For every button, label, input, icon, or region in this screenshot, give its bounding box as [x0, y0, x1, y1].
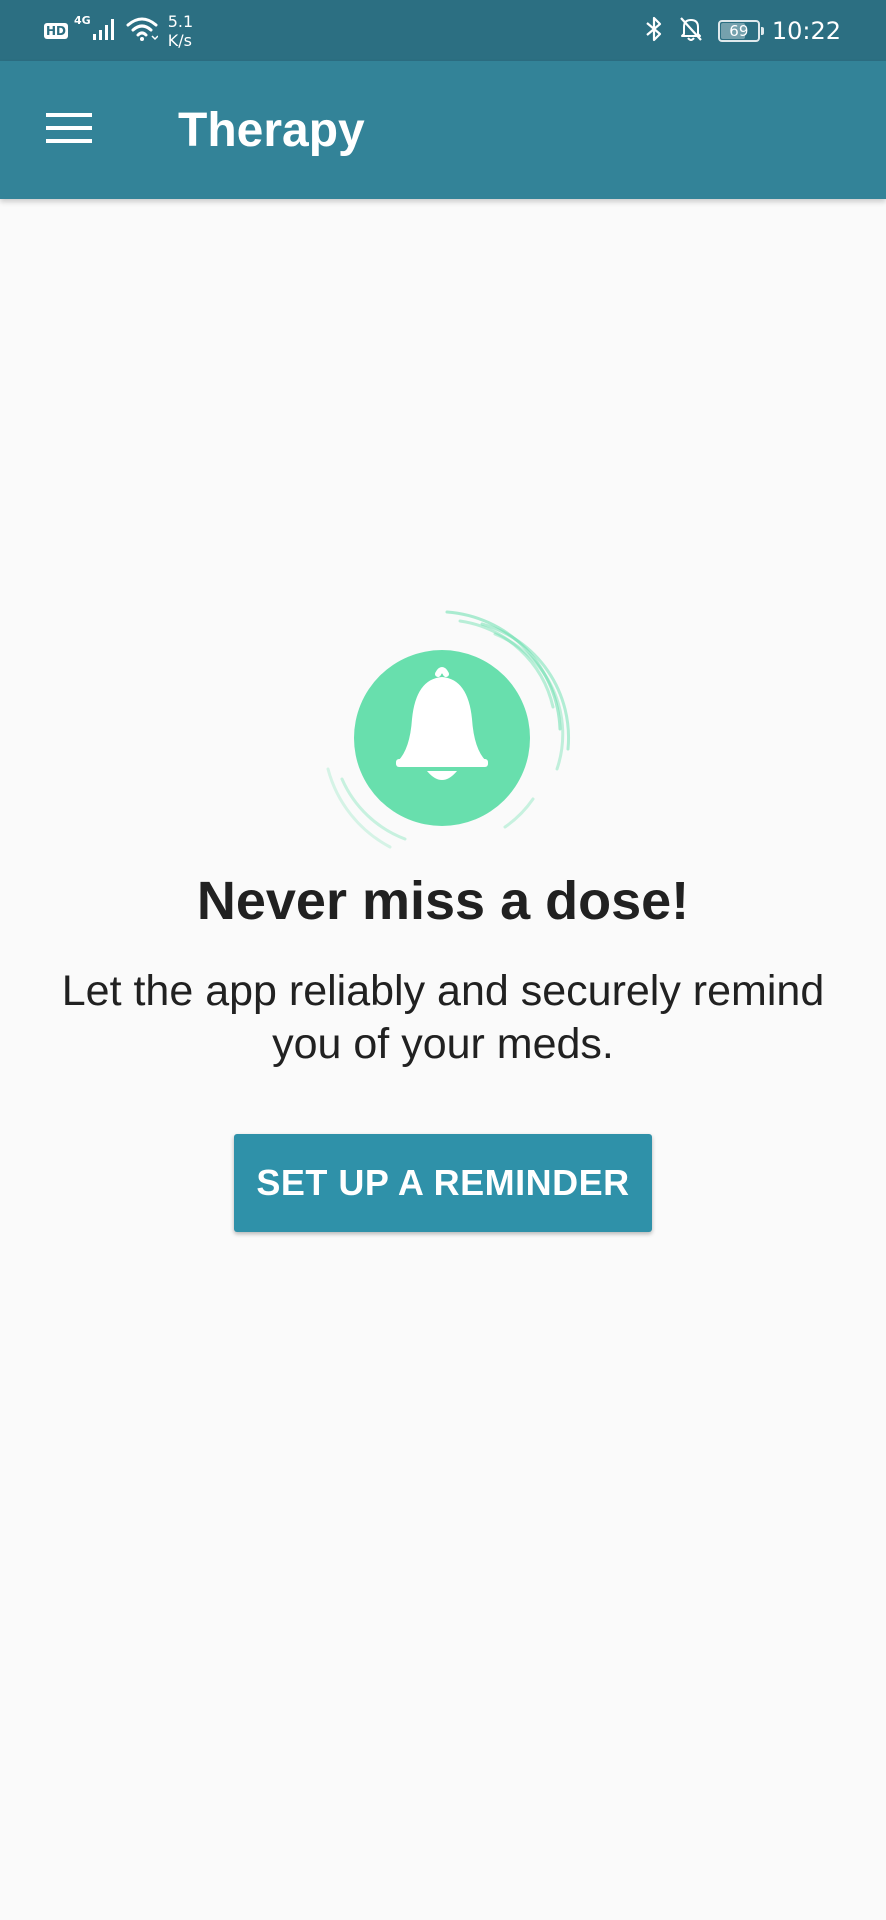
menu-button[interactable] — [30, 95, 108, 165]
bell-icon — [326, 610, 571, 849]
network-speed-unit: K/s — [167, 31, 192, 50]
network-speed-value: 5.1 — [167, 12, 194, 31]
signal-icon — [92, 17, 118, 46]
bell-off-icon — [678, 15, 704, 48]
status-left-group: HD 4G 5.1 K/s — [44, 10, 193, 52]
hd-badge: HD — [44, 23, 69, 39]
bluetooth-icon — [644, 15, 664, 48]
empty-state-description: Let the app reliably and securely remind… — [61, 967, 825, 1068]
battery-level: 69 — [729, 22, 749, 40]
network-speed: 5.1 K/s — [168, 12, 193, 50]
bell-illustration — [310, 599, 580, 869]
set-up-reminder-button[interactable]: SET UP A REMINDER — [234, 1134, 652, 1232]
hamburger-menu-icon — [46, 112, 92, 149]
empty-state-headline: Never miss a dose! — [196, 871, 690, 931]
status-bar: HD 4G 5.1 K/s 69 10:22 — [0, 0, 886, 61]
wifi-icon — [126, 16, 159, 47]
status-right-group: 69 10:22 — [644, 12, 841, 50]
main-content: Never miss a dose! Let the app reliably … — [0, 199, 886, 1920]
app-bar: Therapy — [0, 61, 886, 199]
battery-icon: 69 — [717, 20, 764, 42]
network-type-label: 4G — [74, 14, 91, 27]
page-title: Therapy — [178, 104, 365, 157]
battery-tip — [760, 27, 764, 35]
status-time: 10:22 — [771, 17, 841, 45]
